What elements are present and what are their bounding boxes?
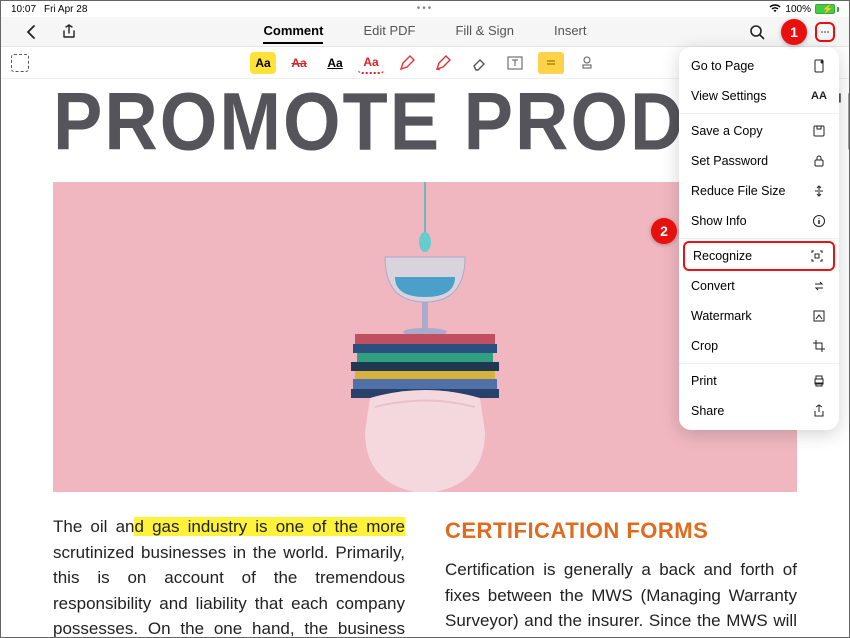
left-column: The oil and gas industry is one of the m…: [53, 514, 405, 637]
right-column: CERTIFICATION FORMS Certification is gen…: [445, 514, 797, 637]
menu-convert[interactable]: Convert: [679, 271, 839, 301]
tab-edit-pdf[interactable]: Edit PDF: [363, 19, 415, 44]
menu-goto-page[interactable]: Go to Page: [679, 51, 839, 81]
multitask-handle-icon[interactable]: •••: [417, 3, 434, 14]
callout-badge-2: 2: [651, 218, 677, 244]
squiggly-tool[interactable]: Aa: [358, 52, 384, 74]
print-icon: [811, 373, 827, 389]
note-tool-icon[interactable]: [538, 52, 564, 74]
highlight-tool[interactable]: Aa: [250, 52, 276, 74]
underline-tool[interactable]: Aa: [322, 52, 348, 74]
menu-share[interactable]: Share: [679, 396, 839, 426]
status-date: Fri Apr 28: [44, 4, 87, 15]
status-time: 10:07: [11, 4, 36, 15]
selection-tool-icon[interactable]: [11, 54, 29, 72]
save-icon: [811, 123, 827, 139]
para-text: The oil an: [53, 517, 134, 536]
share-icon[interactable]: [59, 22, 79, 42]
menu-watermark[interactable]: Watermark: [679, 301, 839, 331]
top-nav: Comment Edit PDF Fill & Sign Insert: [1, 17, 849, 47]
para-text: scrutinized businesses in the world. Pri…: [53, 543, 405, 638]
menu-set-password[interactable]: Set Password: [679, 146, 839, 176]
tab-comment[interactable]: Comment: [263, 19, 323, 44]
highlighted-text: one of the more: [276, 517, 405, 536]
menu-label: Show Info: [691, 214, 747, 228]
menu-show-info[interactable]: Show Info: [679, 206, 839, 236]
para-text: Certification is generally a back and fo…: [445, 560, 797, 637]
menu-label: Watermark: [691, 309, 752, 323]
menu-label: Recognize: [693, 249, 752, 263]
highlighted-text: d gas industry is: [134, 517, 275, 536]
battery-percent: 100%: [785, 4, 811, 15]
menu-label: Set Password: [691, 154, 768, 168]
pen-tool-icon[interactable]: [394, 52, 420, 74]
eraser-tool-icon[interactable]: [466, 52, 492, 74]
convert-icon: [811, 278, 827, 294]
wifi-icon: [769, 3, 781, 16]
menu-save-copy[interactable]: Save a Copy: [679, 116, 839, 146]
marker-tool-icon[interactable]: [430, 52, 456, 74]
ocr-icon: [809, 248, 825, 264]
menu-label: Reduce File Size: [691, 184, 786, 198]
search-icon[interactable]: [747, 22, 767, 42]
info-icon: [811, 213, 827, 229]
lock-icon: [811, 153, 827, 169]
page-icon: [811, 58, 827, 74]
watermark-icon: [811, 308, 827, 324]
text-settings-icon: AA: [811, 88, 827, 104]
menu-crop[interactable]: Crop: [679, 331, 839, 361]
menu-label: Share: [691, 404, 724, 418]
menu-label: Convert: [691, 279, 735, 293]
section-heading: CERTIFICATION FORMS: [445, 514, 797, 547]
more-icon[interactable]: [815, 22, 835, 42]
menu-view-settings[interactable]: View Settings AA: [679, 81, 839, 111]
menu-label: Save a Copy: [691, 124, 763, 138]
compress-icon: [811, 183, 827, 199]
menu-recognize[interactable]: Recognize: [683, 241, 835, 271]
crop-icon: [811, 338, 827, 354]
stamp-tool-icon[interactable]: [574, 52, 600, 74]
back-icon[interactable]: [21, 22, 41, 42]
overflow-menu: Go to Page View Settings AA Save a Copy S…: [679, 47, 839, 430]
callout-badge-1: 1: [781, 19, 807, 45]
textbox-tool-icon[interactable]: [502, 52, 528, 74]
strikethrough-tool[interactable]: Aa: [286, 52, 312, 74]
menu-label: Crop: [691, 339, 718, 353]
menu-label: Go to Page: [691, 59, 754, 73]
tab-insert[interactable]: Insert: [554, 19, 587, 44]
menu-label: View Settings: [691, 89, 767, 103]
tab-fill-sign[interactable]: Fill & Sign: [455, 19, 514, 44]
menu-label: Print: [691, 374, 717, 388]
share-up-icon: [811, 403, 827, 419]
menu-print[interactable]: Print: [679, 366, 839, 396]
menu-reduce-size[interactable]: Reduce File Size: [679, 176, 839, 206]
status-bar: 10:07 Fri Apr 28 ••• 100% ⚡: [1, 1, 849, 17]
battery-icon: ⚡: [815, 4, 839, 14]
